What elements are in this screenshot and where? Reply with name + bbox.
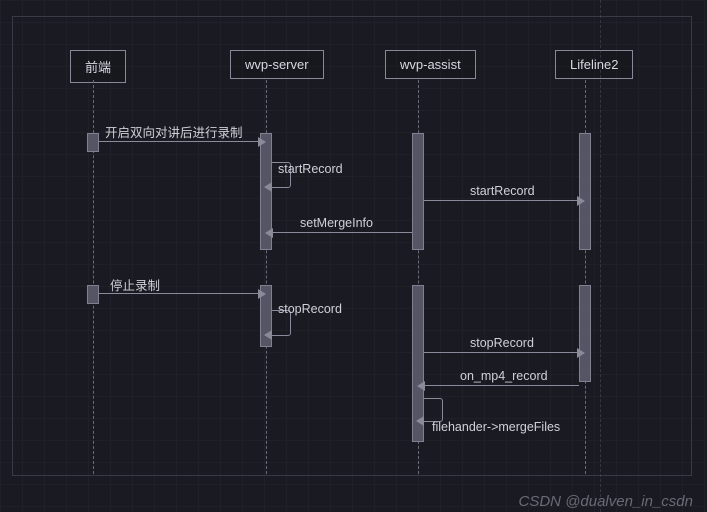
lifeline-edge-right <box>600 0 601 512</box>
msg-stop-record: 停止录制 <box>110 275 160 294</box>
msg-setMergeInfo: setMergeInfo <box>300 216 373 230</box>
participant-lifeline2: Lifeline2 <box>555 50 633 79</box>
activation-lifeline2-2 <box>579 285 591 382</box>
arrow-head-m5 <box>258 289 266 299</box>
participant-frontend: 前端 <box>70 50 126 83</box>
arrow-m8 <box>425 385 579 386</box>
arrow-m5 <box>99 293 258 294</box>
arrow-head-m3 <box>577 196 585 206</box>
watermark: CSDN @dualven_in_csdn <box>519 493 694 510</box>
arrow-head-m2 <box>264 182 272 192</box>
activation-frontend-1 <box>87 133 99 152</box>
msg-startRecord-l2: startRecord <box>470 184 535 198</box>
activation-lifeline2-1 <box>579 133 591 250</box>
arrow-head-m7 <box>577 348 585 358</box>
arrow-head-m8 <box>417 381 425 391</box>
msg-stopRecord-l2: stopRecord <box>470 336 534 350</box>
activation-frontend-2 <box>87 285 99 304</box>
arrow-head-m6 <box>264 330 272 340</box>
participant-label: wvp-server <box>245 57 309 72</box>
participant-label: wvp-assist <box>400 57 461 72</box>
arrow-head-m4 <box>265 228 273 238</box>
watermark-text: CSDN @dualven_in_csdn <box>519 493 694 510</box>
participant-wvp-assist: wvp-assist <box>385 50 476 79</box>
participant-label: 前端 <box>85 60 111 75</box>
arrow-m3 <box>424 200 577 201</box>
msg-on-mp4-record: on_mp4_record <box>460 369 548 383</box>
arrow-head-m9 <box>416 416 424 426</box>
msg-mergeFiles: filehander->mergeFiles <box>432 420 560 434</box>
arrow-m4 <box>273 232 412 233</box>
arrow-m7 <box>424 352 577 353</box>
self-loop-m9 <box>424 398 443 422</box>
participant-label: Lifeline2 <box>570 57 618 72</box>
arrow-m1 <box>99 141 258 142</box>
participant-wvp-server: wvp-server <box>230 50 324 79</box>
msg-stopRecord-self: stopRecord <box>278 302 342 316</box>
msg-startRecord-self: startRecord <box>278 162 343 176</box>
activation-wvp-assist-1 <box>412 133 424 250</box>
msg-start-talk-record: 开启双向对讲后进行录制 <box>105 122 243 141</box>
arrow-head-m1 <box>258 137 266 147</box>
